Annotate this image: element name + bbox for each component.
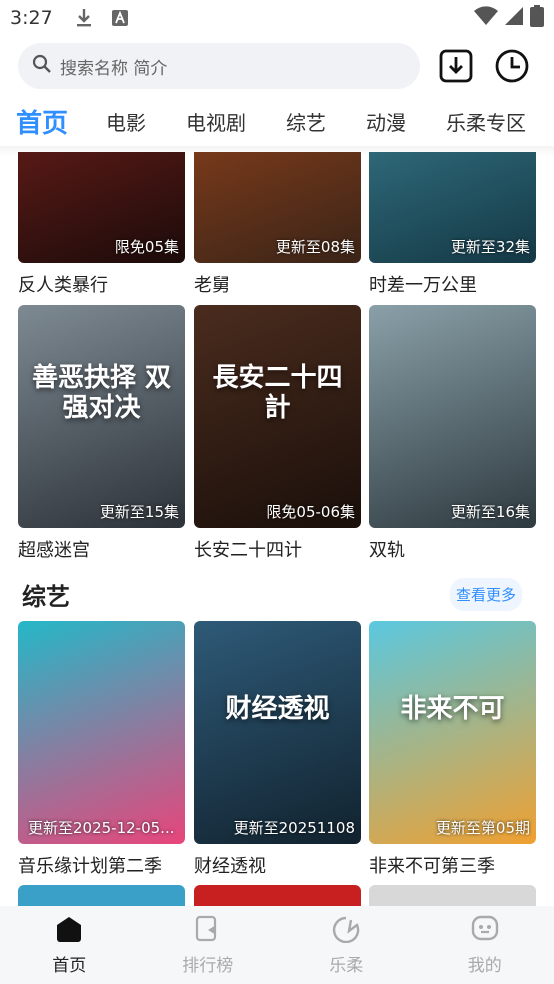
media-card[interactable]: 限免05集 反人类暴行 (18, 152, 185, 297)
bottom-navigation: 首页 排行榜 乐柔 我的 (0, 906, 554, 984)
poster-image (369, 885, 536, 906)
media-title: 时差一万公里 (369, 275, 477, 296)
category-tabs: 首页 电影 电视剧 综艺 动漫 乐柔专区 (0, 96, 554, 146)
history-icon[interactable] (492, 46, 532, 86)
home-icon (54, 915, 84, 947)
media-title: 非来不可第三季 (369, 856, 495, 877)
episode-badge: 更新至20251108 (233, 819, 355, 837)
see-more-button[interactable]: 查看更多 (449, 577, 522, 611)
episode-badge: 更新至16集 (450, 503, 530, 521)
tab-variety[interactable]: 综艺 (286, 107, 326, 136)
ranking-icon (194, 915, 222, 947)
media-card[interactable]: 非来不可 更新至第05期 非来不可第三季 (369, 621, 536, 878)
nav-ranking[interactable]: 排行榜 (139, 906, 278, 984)
media-card[interactable]: 長安二十四計 限免05-06集 长安二十四计 (194, 305, 361, 562)
media-card[interactable]: 更新至32集 时差一万公里 (369, 152, 536, 297)
episode-badge: 限免05-06集 (266, 503, 355, 521)
tab-lerou-zone[interactable]: 乐柔专区 (446, 107, 526, 136)
search-row: 搜索名称 简介 (0, 40, 554, 92)
poster-image: 限免05集 (18, 152, 185, 263)
media-card[interactable] (194, 885, 361, 906)
nav-lerou[interactable]: 乐柔 (277, 906, 416, 984)
variety-section-header: 综艺 查看更多 (22, 576, 522, 612)
media-card[interactable] (18, 885, 185, 906)
poster-image: 善恶抉择 双强对决 更新至15集 (18, 305, 185, 528)
media-card[interactable]: 善恶抉择 双强对决 更新至15集 超感迷宫 (18, 305, 185, 562)
poster-image: 财经透视 更新至20251108 (194, 621, 361, 844)
media-card[interactable]: 更新至08集 老舅 (194, 152, 361, 297)
nav-home[interactable]: 首页 (0, 906, 139, 984)
media-title: 反人类暴行 (18, 275, 108, 296)
nav-label: 乐柔 (329, 955, 364, 976)
media-card[interactable] (369, 885, 536, 906)
signal-icon (504, 6, 524, 30)
poster-art-text: 長安二十四計 (212, 363, 343, 424)
media-title: 音乐缘计划第二季 (18, 856, 162, 877)
poster-image: 長安二十四計 限免05-06集 (194, 305, 361, 528)
poster-image: 更新至2025-12-05... (18, 621, 185, 844)
download-status-icon (73, 7, 95, 29)
poster-image: 更新至32集 (369, 152, 536, 263)
episode-badge: 更新至08集 (275, 238, 355, 256)
search-icon (32, 54, 52, 78)
tab-movies[interactable]: 电影 (106, 107, 146, 136)
poster-image (18, 885, 185, 906)
poster-art-text: 非来不可 (400, 694, 505, 725)
media-title: 财经透视 (194, 856, 266, 877)
tab-tv-series[interactable]: 电视剧 (186, 107, 246, 136)
media-title: 超感迷宫 (18, 540, 90, 561)
nav-label: 排行榜 (182, 955, 234, 976)
media-card[interactable]: 更新至2025-12-05... 音乐缘计划第二季 (18, 621, 185, 878)
poster-image: 更新至16集 (369, 305, 536, 528)
poster-image: 非来不可 更新至第05期 (369, 621, 536, 844)
wifi-icon (474, 6, 498, 30)
search-placeholder: 搜索名称 简介 (60, 58, 168, 79)
episode-badge: 更新至第05期 (435, 819, 530, 837)
episode-badge: 更新至32集 (450, 238, 530, 256)
media-title: 长安二十四计 (194, 540, 302, 561)
poster-art-text: 财经透视 (225, 694, 330, 725)
content-feed: 限免05集 反人类暴行 更新至08集 老舅 更新至32集 时差一万公里 善恶抉择… (0, 152, 554, 906)
app-notification-icon (109, 7, 131, 29)
tab-home[interactable]: 首页 (16, 103, 68, 140)
status-time: 3:27 (10, 7, 53, 29)
media-title: 双轨 (369, 540, 405, 561)
episode-badge: 更新至2025-12-05... (28, 819, 175, 837)
profile-icon (470, 915, 500, 947)
download-icon[interactable] (436, 46, 476, 86)
media-card[interactable]: 财经透视 更新至20251108 财经透视 (194, 621, 361, 878)
media-title: 老舅 (194, 275, 230, 296)
nav-profile[interactable]: 我的 (416, 906, 554, 984)
status-bar: 3:27 (0, 0, 554, 36)
nav-label: 首页 (52, 955, 87, 976)
episode-badge: 限免05集 (114, 238, 179, 256)
poster-image (194, 885, 361, 906)
poster-image: 更新至08集 (194, 152, 361, 263)
tab-anime[interactable]: 动漫 (366, 107, 406, 136)
episode-badge: 更新至15集 (99, 503, 179, 521)
battery-icon (530, 5, 544, 31)
lerou-icon (331, 915, 361, 947)
search-input[interactable]: 搜索名称 简介 (18, 43, 420, 89)
poster-art-text: 善恶抉择 双强对决 (31, 363, 172, 424)
section-title: 综艺 (22, 582, 70, 611)
nav-label: 我的 (467, 955, 502, 976)
media-card[interactable]: 更新至16集 双轨 (369, 305, 536, 562)
